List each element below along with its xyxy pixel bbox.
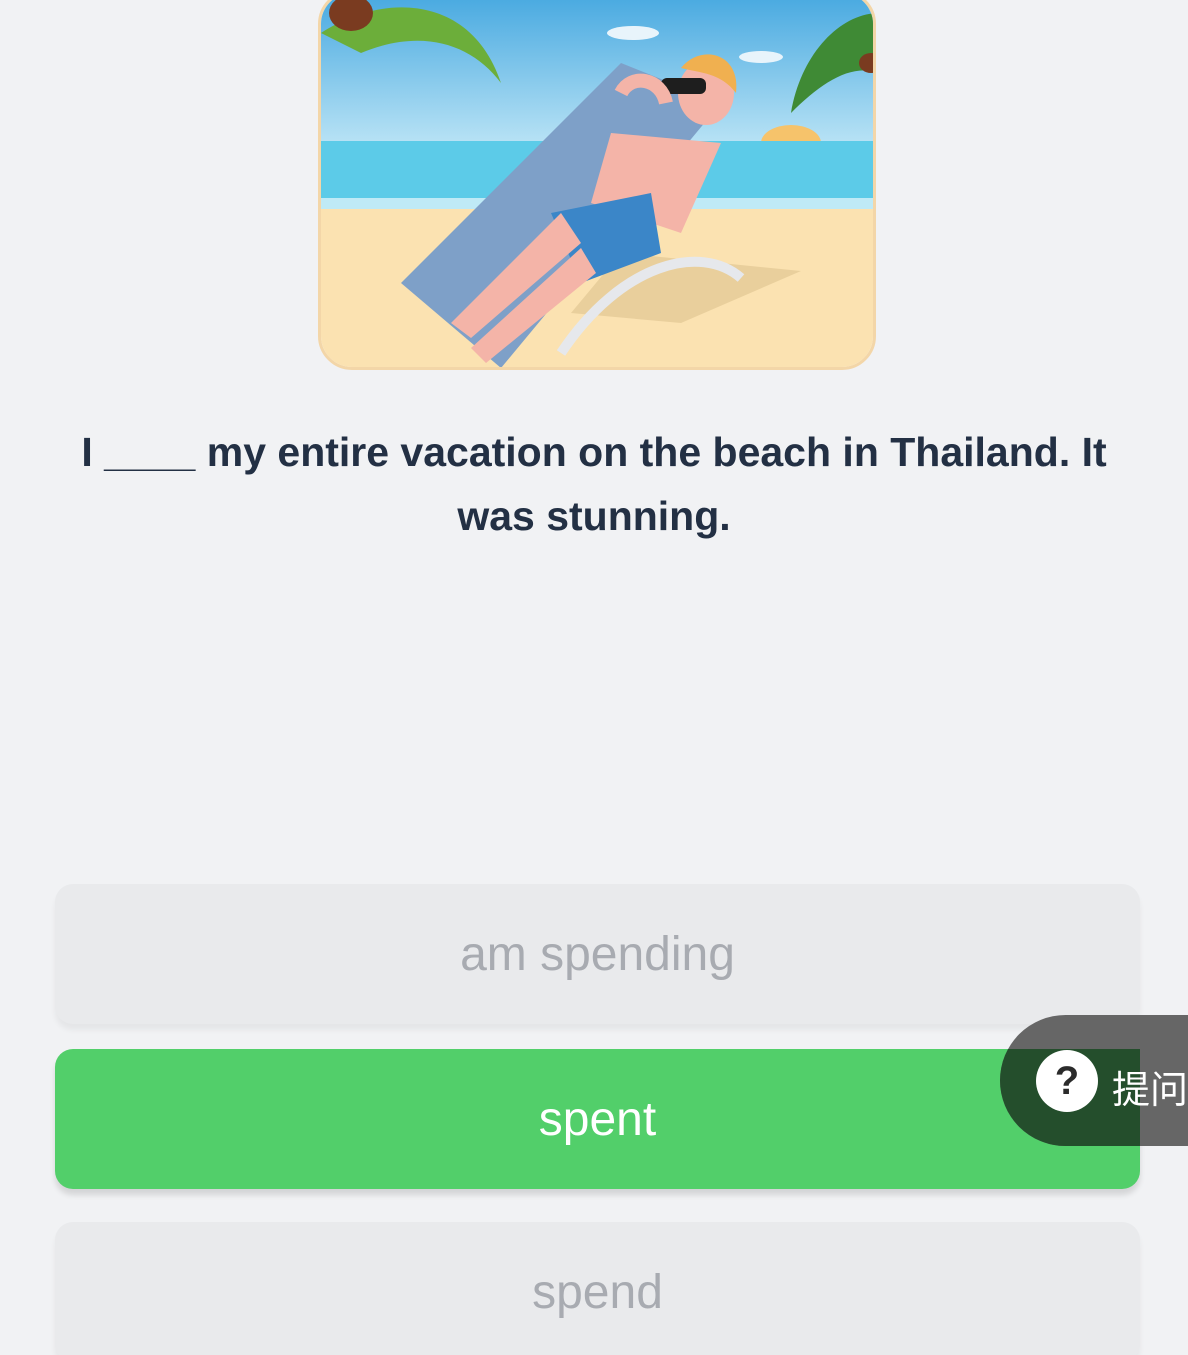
answer-option-label: spent [538,1092,657,1146]
answer-option-label: am spending [460,927,735,981]
beach-illustration [318,0,876,370]
question-text: I ____ my entire vacation on the beach i… [81,429,1107,539]
quiz-screen: I ____ my entire vacation on the beach i… [0,0,1188,1355]
ask-question-button[interactable]: ? 提问 [1000,1015,1188,1146]
answer-option-spend[interactable]: spend [55,1222,1140,1355]
question-mark-icon: ? [1036,1050,1098,1112]
answer-option-label: spend [532,1265,663,1319]
ask-question-label: 提问 [1112,1068,1188,1112]
answer-option-am-spending[interactable]: am spending [55,884,1140,1024]
answer-option-spent[interactable]: spent [55,1049,1140,1189]
